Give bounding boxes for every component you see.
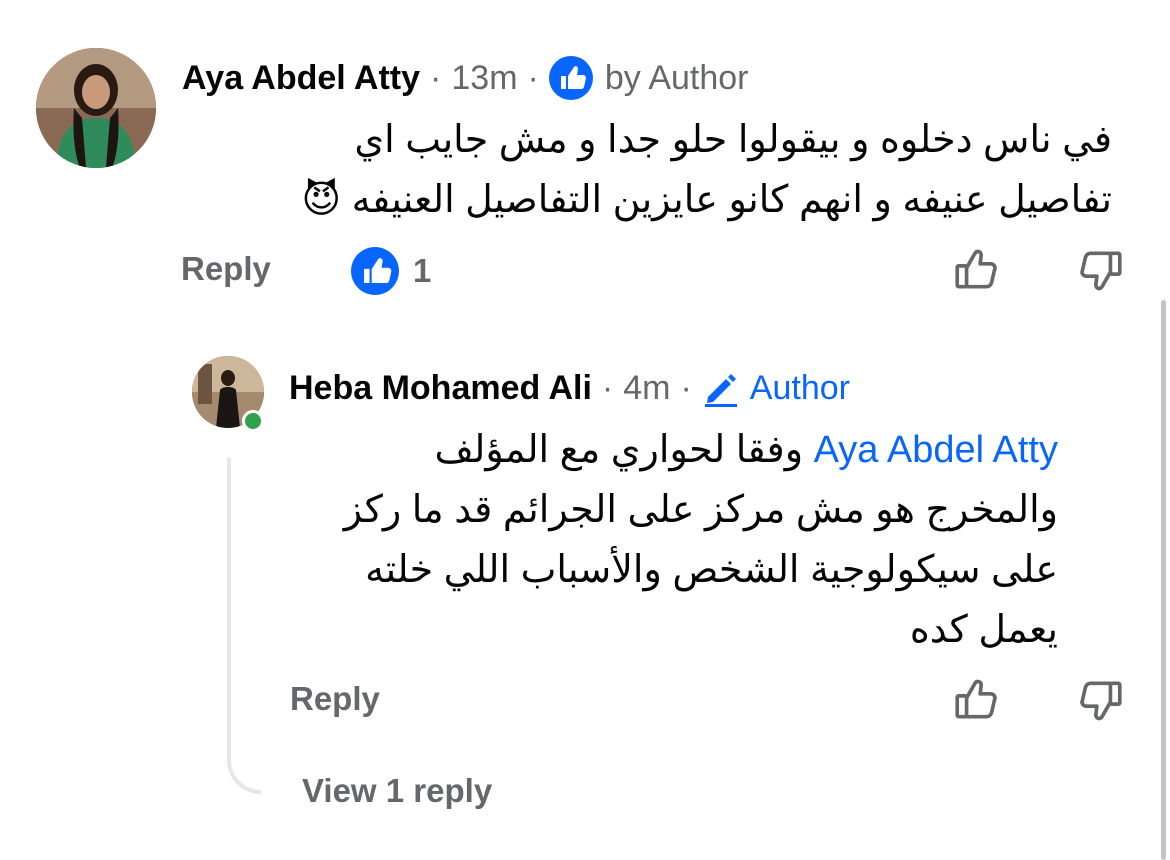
view-replies-link[interactable]: View 1 reply [302, 772, 492, 810]
reply-button[interactable]: Reply [290, 680, 380, 718]
online-status-indicator [242, 410, 264, 432]
mention-link[interactable]: Aya Abdel Atty [814, 429, 1058, 471]
reply-line-text: وفقا لحواري مع المؤلف [434, 429, 804, 471]
author-badge-label: Author [749, 368, 850, 407]
reply-button[interactable]: Reply [181, 250, 271, 288]
like-badge-icon [548, 56, 593, 100]
author-reaction-label: by Author [604, 58, 749, 97]
separator-dot: · [680, 368, 692, 407]
pencil-icon [702, 369, 740, 407]
reply-body: Aya Abdel Atty وفقا لحواري مع المؤلف وال… [280, 420, 1058, 660]
thumbs-up-icon[interactable] [952, 244, 1002, 294]
thumbs-up-icon[interactable] [952, 674, 1002, 724]
separator-dot: · [527, 58, 539, 97]
reply-header: Heba Mohamed Ali · 4m · Author [289, 368, 850, 408]
reply-line: على سيكولوجية الشخص والأسباب اللي خلته [365, 549, 1058, 591]
reply-timestamp[interactable]: 4m [623, 369, 670, 408]
reply-line: والمخرج هو مش مركز على الجرائم قد ما ركز [343, 489, 1058, 531]
comment-line: في ناس دخلوه و بيقولوا حلو جدا و مش جايب… [354, 119, 1112, 161]
avatar-aya[interactable] [36, 48, 156, 168]
comment-author-name[interactable]: Aya Abdel Atty [182, 59, 420, 98]
thread-connector [227, 458, 261, 794]
reply-line: يعمل كده [909, 609, 1058, 651]
like-count: 1 [413, 252, 432, 289]
comment-body: في ناس دخلوه و بيقولوا حلو جدا و مش جايب… [180, 110, 1112, 230]
thumbs-down-icon[interactable] [1075, 246, 1125, 296]
separator-dot: · [430, 58, 442, 97]
scrollbar[interactable] [1161, 300, 1166, 860]
reply-author-name[interactable]: Heba Mohamed Ali [289, 369, 592, 408]
thumbs-down-icon[interactable] [1075, 676, 1125, 726]
comment-line: تفاصيل عنيفه و انهم كانو عايزين التفاصيل… [301, 179, 1112, 221]
like-reaction-icon [351, 247, 399, 295]
comment-header: Aya Abdel Atty · 13m · by Author [182, 56, 749, 100]
reaction-summary[interactable]: 1 [351, 247, 431, 295]
comment-timestamp[interactable]: 13m [451, 59, 517, 98]
reply-line: Aya Abdel Atty وفقا لحواري مع المؤلف [280, 420, 1058, 480]
separator-dot: · [601, 368, 614, 407]
